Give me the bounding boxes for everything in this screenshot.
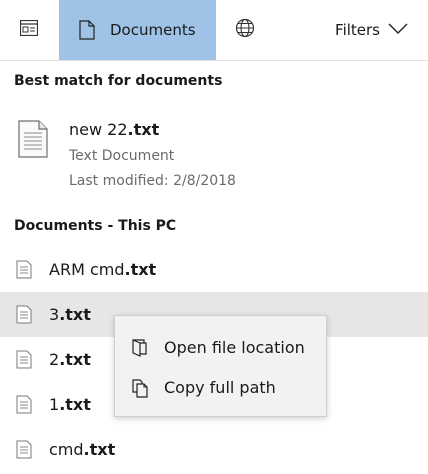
- search-tab-bar: Documents Filters: [0, 0, 428, 61]
- best-match-result[interactable]: new 22.txt Text Document Last modified: …: [0, 105, 428, 200]
- list-item-name: 3.txt: [49, 305, 91, 324]
- globe-icon: [235, 18, 255, 42]
- text-file-icon: [16, 350, 32, 373]
- list-item[interactable]: ARM cmd.txt: [0, 247, 428, 292]
- text-file-icon: [16, 440, 32, 463]
- text-file-icon: [16, 260, 32, 283]
- filters-label: Filters: [335, 21, 380, 39]
- copy-icon: [131, 378, 149, 402]
- documents-pc-heading: Documents - This PC: [14, 218, 177, 234]
- tab-documents[interactable]: Documents: [59, 0, 216, 60]
- open-file-location-label: Open file location: [164, 337, 305, 357]
- list-item-name: ARM cmd.txt: [49, 260, 157, 279]
- open-file-location-menu-item[interactable]: Open file location: [115, 327, 326, 367]
- chevron-down-icon: [388, 21, 408, 39]
- best-match-name: new 22.txt: [69, 120, 160, 139]
- tab-apps[interactable]: [0, 0, 58, 60]
- tab-documents-label: Documents: [110, 21, 196, 39]
- folder-location-icon: [131, 338, 149, 362]
- text-document-icon: [18, 120, 48, 162]
- list-item-name: cmd.txt: [49, 440, 116, 459]
- best-match-modified: Last modified: 2/8/2018: [69, 173, 236, 189]
- list-item[interactable]: cmd.txt: [0, 427, 428, 472]
- best-match-heading: Best match for documents: [14, 73, 223, 89]
- copy-full-path-menu-item[interactable]: Copy full path: [115, 367, 326, 407]
- list-item-name: 1.txt: [49, 395, 91, 414]
- context-menu: Open file location Copy full path: [114, 315, 327, 417]
- text-file-icon: [16, 395, 32, 418]
- tab-web[interactable]: [216, 0, 274, 60]
- text-file-icon: [16, 305, 32, 328]
- filters-dropdown[interactable]: Filters: [335, 0, 408, 60]
- document-icon: [79, 20, 95, 40]
- list-item-name: 2.txt: [49, 350, 91, 369]
- copy-full-path-label: Copy full path: [164, 377, 276, 397]
- best-match-type: Text Document: [69, 148, 175, 164]
- window-icon: [19, 19, 39, 40]
